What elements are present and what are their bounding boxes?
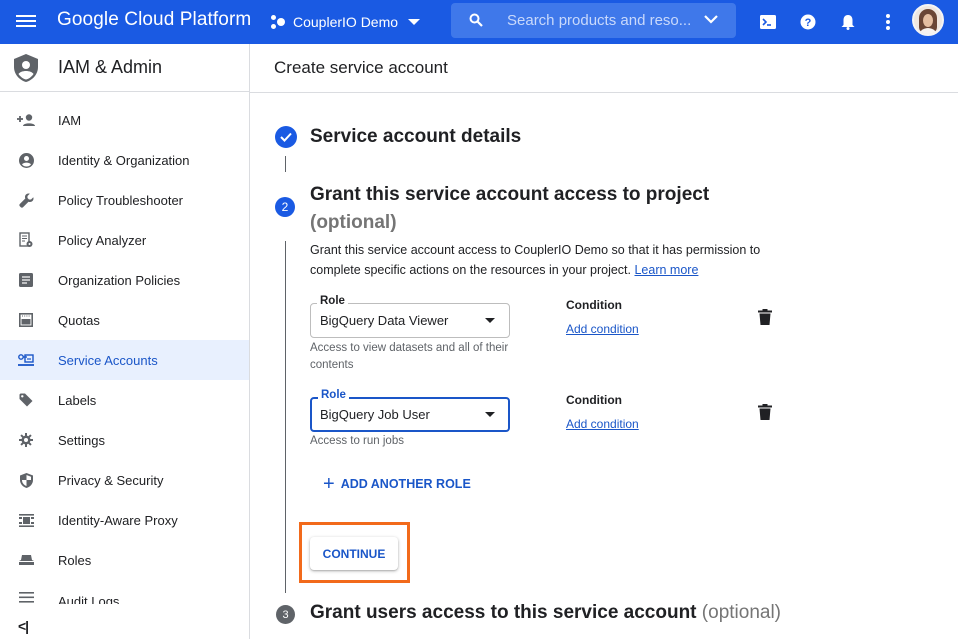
sidebar-item-label: IAM	[58, 112, 82, 128]
role-legend: Role	[317, 295, 348, 307]
sidebar-header: IAM & Admin	[0, 44, 249, 92]
step-1-title: Service account details	[310, 126, 522, 147]
caret-down-icon	[408, 19, 421, 25]
collapse-sidebar-button[interactable]: <|	[18, 618, 29, 634]
optional-label: (optional)	[701, 602, 782, 623]
add-condition-link[interactable]: Add condition	[566, 322, 639, 336]
sidebar-item-iam[interactable]: IAM	[0, 100, 249, 140]
top-bar: Google Cloud Platform CouplerIO Demo Sea…	[0, 0, 958, 44]
sidebar-item-label: Identity-Aware Proxy	[58, 512, 178, 528]
learn-more-link[interactable]: Learn more	[634, 263, 698, 277]
cloud-shell-icon[interactable]	[756, 10, 780, 34]
chevron-down-icon[interactable]	[704, 14, 718, 24]
account-circle-icon	[17, 151, 35, 169]
sidebar-item-label: Privacy & Security	[58, 472, 164, 488]
continue-button[interactable]: CONTINUE	[310, 537, 398, 570]
person-add-icon	[17, 111, 35, 129]
step-3-title[interactable]: Grant users access to this service accou…	[310, 602, 781, 624]
roles-icon	[17, 551, 35, 569]
main-content: Create service account Service account d…	[250, 44, 958, 639]
sidebar-item-settings[interactable]: Settings	[0, 420, 249, 460]
list-icon	[17, 588, 35, 604]
stepper-connector	[285, 156, 286, 172]
sidebar-item-label: Policy Analyzer	[58, 232, 147, 248]
avatar[interactable]	[912, 4, 944, 36]
add-condition-link[interactable]: Add condition	[566, 417, 639, 431]
sidebar-item-quotas[interactable]: Quotas	[0, 300, 249, 340]
quotas-icon	[17, 311, 35, 329]
sidebar-item-identity-aware-proxy[interactable]: Identity-Aware Proxy	[0, 500, 249, 540]
condition-label: Condition	[566, 393, 622, 407]
role-helper-text: Access to run jobs	[310, 435, 404, 447]
sidebar-item-roles[interactable]: Roles	[0, 540, 249, 580]
optional-label: (optional)	[310, 212, 397, 233]
add-role-label: ADD ANOTHER ROLE	[340, 477, 471, 491]
sidebar-item-label: Roles	[58, 552, 92, 568]
svg-text:?: ?	[805, 17, 812, 29]
sidebar-item-organization-policies[interactable]: Organization Policies	[0, 260, 249, 300]
search-input[interactable]: Search products and reso...	[507, 12, 691, 29]
sidebar-title: IAM & Admin	[58, 57, 163, 77]
role-helper-text: Access to view datasets and all of their…	[310, 342, 509, 371]
notifications-icon[interactable]	[836, 10, 860, 34]
sidebar-item-label: Service Accounts	[58, 352, 158, 368]
page-title: Create service account	[274, 58, 448, 77]
search-icon	[469, 13, 483, 27]
sidebar-item-privacy-security[interactable]: Privacy & Security	[0, 460, 249, 500]
role-select-2[interactable]: Role BigQuery Job User	[310, 389, 510, 432]
step-1[interactable]: Service account details	[275, 126, 521, 148]
role-select-1[interactable]: Role BigQuery Data Viewer	[310, 295, 510, 338]
sidebar-item-label: Settings	[58, 432, 105, 448]
delete-icon[interactable]	[758, 309, 772, 325]
wrench-icon	[17, 191, 35, 209]
sidebar-item-audit-logs[interactable]: Audit Logs	[0, 580, 249, 604]
more-vert-icon[interactable]	[876, 10, 900, 34]
sidebar-item-service-accounts[interactable]: Service Accounts	[0, 340, 249, 380]
step-2-title: Grant this service account access to pro…	[310, 181, 730, 237]
help-icon[interactable]: ?	[796, 10, 820, 34]
sidebar: IAM & Admin IAM Identity & Organization …	[0, 44, 250, 639]
service-account-icon	[17, 351, 35, 369]
policy-analyzer-icon	[17, 231, 35, 249]
sidebar-item-label: Audit Logs	[58, 594, 120, 604]
sidebar-item-label: Identity & Organization	[58, 152, 190, 168]
condition-label: Condition	[566, 298, 622, 312]
project-icon	[271, 15, 287, 29]
shield-icon	[17, 471, 35, 489]
sidebar-item-identity-organization[interactable]: Identity & Organization	[0, 140, 249, 180]
brand-title[interactable]: Google Cloud Platform	[57, 9, 251, 31]
sidebar-item-policy-troubleshooter[interactable]: Policy Troubleshooter	[0, 180, 249, 220]
sidebar-item-label: Organization Policies	[58, 272, 181, 288]
document-icon	[17, 271, 35, 289]
role-value: BigQuery Data Viewer	[320, 313, 449, 328]
check-circle-icon	[275, 126, 297, 148]
add-another-role-button[interactable]: + ADD ANOTHER ROLE	[323, 473, 471, 495]
sidebar-item-label: Policy Troubleshooter	[58, 192, 184, 208]
proxy-icon	[17, 511, 35, 529]
step-3-title-text: Grant users access to this service accou…	[310, 602, 697, 623]
step-2-title-text: Grant this service account access to pro…	[310, 184, 710, 205]
iam-shield-icon	[14, 53, 38, 82]
project-name: CouplerIO Demo	[293, 14, 399, 30]
sidebar-item-label: Quotas	[58, 312, 100, 328]
step-3-number: 3	[276, 605, 295, 624]
project-selector[interactable]: CouplerIO Demo	[271, 10, 421, 34]
role-value: BigQuery Job User	[320, 407, 430, 422]
sidebar-item-labels[interactable]: Labels	[0, 380, 249, 420]
search-bar[interactable]: Search products and reso...	[451, 3, 736, 38]
dropdown-arrow-icon	[485, 412, 495, 417]
dropdown-arrow-icon	[485, 318, 495, 323]
step-2-description: Grant this service account access to Cou…	[310, 240, 800, 280]
stepper-connector	[285, 241, 286, 593]
gear-icon	[17, 431, 35, 449]
step-2-number: 2	[275, 197, 295, 217]
sidebar-item-label: Labels	[58, 392, 97, 408]
role-legend: Role	[318, 389, 349, 401]
page-header: Create service account	[250, 44, 958, 93]
menu-icon[interactable]	[16, 12, 36, 32]
plus-icon: +	[323, 473, 335, 495]
sidebar-item-policy-analyzer[interactable]: Policy Analyzer	[0, 220, 249, 260]
label-icon	[17, 391, 35, 409]
delete-icon[interactable]	[758, 404, 772, 420]
